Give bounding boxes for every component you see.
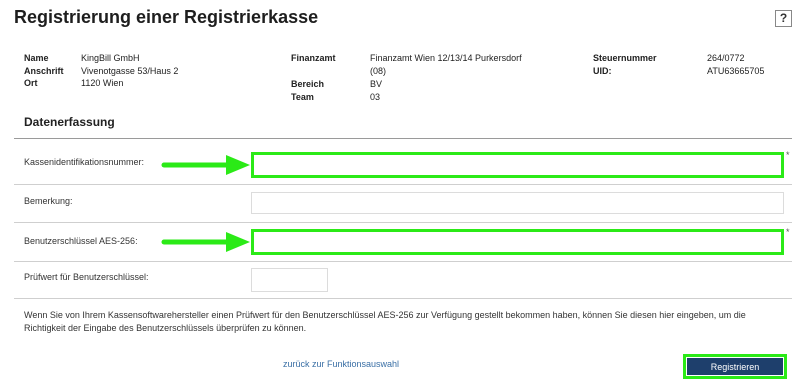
steuernummer-label: Steuernummer [593,53,657,63]
steuernummer-value: 264/0772 [707,53,745,63]
back-to-functions-link[interactable]: zurück zur Funktionsauswahl [283,359,399,369]
pruefwert-input[interactable] [251,268,328,292]
finanzamt-value: Finanzamt Wien 12/13/14 Purkersdorf [370,53,522,63]
city-value: 1120 Wien [81,78,124,88]
required-marker: * [786,227,790,237]
required-marker: * [786,150,790,160]
help-button[interactable]: ? [775,10,792,27]
row-divider [14,261,792,262]
section-divider [14,138,792,139]
team-value: 03 [370,91,381,102]
row-divider [14,184,792,185]
row-divider [14,298,792,299]
bemerkung-input[interactable] [251,192,784,214]
hint-text: Wenn Sie von Ihrem Kassensoftwareherstel… [24,310,746,333]
address-value: Vivenotgasse 53/Haus 2 [81,65,179,76]
kassen-id-label: Kassenidentifikationsnummer: [24,157,145,167]
aes-key-input[interactable] [251,229,784,255]
arrow-right-icon [161,155,250,175]
bereich-label: Bereich [291,79,325,89]
kassen-id-input[interactable] [251,152,784,178]
finanzamt-value-code: (08) [370,65,387,76]
aes-key-label: Benutzerschlüssel AES-256: [24,236,138,246]
uid-value: ATU63665705 [707,65,765,76]
bemerkung-label: Bemerkung: [24,196,73,206]
row-divider [14,222,792,223]
team-label: Team [291,91,314,102]
page-title: Registrierung einer Registrierkasse [14,7,319,27]
address-label: Anschrift [24,65,64,76]
finanzamt-label: Finanzamt [291,53,336,63]
submit-highlight: Registrieren [683,354,787,379]
register-button[interactable]: Registrieren [687,358,783,375]
name-value: KingBill GmbH [81,53,140,63]
arrow-right-icon [161,232,250,252]
pruefwert-label: Prüfwert für Benutzerschlüssel: [24,272,149,282]
uid-label: UID: [593,65,612,76]
name-label: Name [24,53,49,63]
city-label: Ort [24,78,38,88]
section-title: Datenerfassung [24,115,115,129]
bereich-value: BV [370,79,383,89]
